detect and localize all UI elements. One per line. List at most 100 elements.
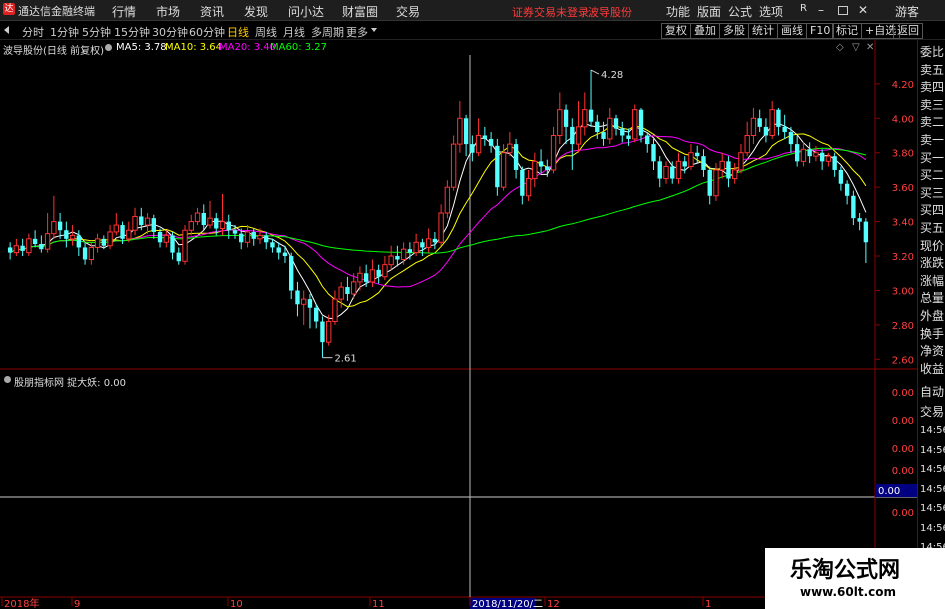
tick-time: 14:56	[920, 425, 945, 436]
candle-body	[570, 126, 575, 145]
quote-field-label: 总量	[920, 291, 945, 306]
statistics-button[interactable]: 统计	[748, 23, 778, 39]
menu-wealth[interactable]: 财富圈	[342, 3, 378, 20]
tab-intraday[interactable]: 分时	[22, 24, 44, 40]
indicator-tick-label: 0.00	[892, 416, 914, 427]
candle-body	[20, 245, 25, 251]
app-logo-icon: 达	[3, 3, 15, 15]
candle-body	[601, 132, 606, 139]
login-status[interactable]: 证券交易未登录	[512, 4, 589, 20]
minimize-icon[interactable]: –	[818, 3, 824, 17]
menu-market[interactable]: 市场	[156, 3, 180, 20]
quote-field-label: 买五	[920, 221, 945, 235]
menu-discover[interactable]: 发现	[244, 3, 268, 20]
tab-monthly[interactable]: 月线	[283, 24, 305, 40]
candle-body	[32, 238, 38, 244]
candle-body	[713, 169, 719, 197]
candle-body	[545, 166, 550, 170]
tab-weekly[interactable]: 周线	[255, 24, 277, 40]
menu-news[interactable]: 资讯	[200, 3, 224, 20]
menu-options[interactable]: 选项	[759, 3, 783, 20]
candle-body	[44, 233, 51, 250]
candle-body	[645, 135, 650, 145]
candle-body	[345, 287, 350, 294]
candle-body	[57, 221, 63, 231]
r-icon[interactable]: R	[800, 3, 807, 14]
diamond-icon[interactable]: ◇	[836, 42, 844, 53]
draw-line-button[interactable]: 画线	[777, 23, 807, 39]
menu-formula[interactable]: 公式	[728, 3, 752, 20]
candle-body	[282, 252, 288, 257]
candle-body	[763, 126, 769, 136]
candle-body	[151, 218, 156, 232]
candle-body	[382, 264, 388, 278]
tab-daily[interactable]: 日线	[227, 24, 249, 40]
candle-body	[800, 148, 807, 162]
candle-body	[819, 152, 825, 162]
candle-body	[701, 156, 706, 170]
candle-body	[582, 109, 588, 128]
f10-button[interactable]: F10	[806, 23, 835, 39]
guest-label[interactable]: 游客	[895, 3, 919, 20]
indicator-tick-label: 0.00	[892, 444, 914, 455]
menu-xiaoda[interactable]: 问小达	[288, 3, 324, 20]
candle-body	[350, 281, 357, 295]
prev-arrow-icon[interactable]	[4, 26, 9, 34]
date-tick-label: 10	[230, 599, 243, 609]
tab-5min[interactable]: 5分钟	[82, 24, 111, 40]
quote-field-label: 买三	[920, 185, 945, 200]
candle-body	[163, 234, 169, 243]
candle-body	[388, 255, 394, 266]
mark-button[interactable]: 标记	[832, 23, 862, 39]
candle-body	[270, 242, 275, 248]
quote-field-label: 净资	[920, 344, 945, 359]
pin-icon[interactable]: ▽	[852, 42, 860, 53]
candle-body	[251, 231, 256, 239]
menu-quotes[interactable]: 行情	[112, 3, 136, 20]
ma10-label: MA10: 3.64	[165, 42, 223, 53]
candle-body	[857, 218, 862, 222]
candle-body	[295, 290, 300, 305]
tab-multi-period[interactable]: 多周期	[311, 24, 344, 40]
candle-body	[782, 126, 787, 133]
candle-body	[550, 135, 557, 171]
chevron-down-icon[interactable]	[371, 28, 377, 32]
auto-trade-label[interactable]: 交易	[920, 406, 944, 418]
candle-body	[638, 109, 644, 136]
menu-trade[interactable]: 交易	[396, 3, 420, 20]
title-bar: 达 通达信金融终端 行情 市场 资讯 发现 问小达 财富圈 交易 证券交易未登录…	[0, 0, 945, 21]
settings-dot-icon[interactable]	[105, 44, 112, 51]
candle-body	[657, 161, 662, 179]
adjust-button[interactable]: 复权	[661, 23, 691, 39]
candle-body	[69, 234, 76, 240]
close-icon[interactable]: ✕	[858, 3, 868, 17]
candle-body	[264, 235, 269, 243]
quote-field-label: 卖三	[920, 97, 945, 112]
candle-body	[813, 152, 819, 157]
tab-more[interactable]: 更多	[346, 24, 368, 40]
back-button[interactable]: 返回	[893, 23, 923, 39]
multi-stock-button[interactable]: 多股	[719, 23, 749, 39]
tab-15min[interactable]: 15分钟	[114, 24, 150, 40]
quote-field-label: 换手	[920, 326, 945, 341]
auto-trade-label[interactable]: 自动	[920, 386, 944, 398]
tab-30min[interactable]: 30分钟	[152, 24, 188, 40]
close-panel-icon[interactable]: ✕	[866, 42, 874, 53]
candle-body	[357, 272, 363, 283]
candle-body	[726, 161, 731, 179]
quote-field-label: 外盘	[920, 309, 945, 323]
menu-layout[interactable]: 版面	[697, 3, 721, 20]
candle-body	[626, 135, 631, 139]
tab-60min[interactable]: 60分钟	[189, 24, 225, 40]
candle-body	[369, 269, 376, 283]
restore-icon[interactable]	[838, 6, 848, 15]
indicator-settings-icon[interactable]	[4, 376, 11, 383]
price-tick-label: 3.00	[892, 287, 914, 298]
menu-functions[interactable]: 功能	[666, 3, 690, 20]
tab-1min[interactable]: 1分钟	[50, 24, 79, 40]
candle-body	[257, 234, 263, 240]
kline-chart[interactable]: 4.20 4.00 3.80 3.60 3.40 3.20 3.00 2.80 2.60 0.00…	[0, 40, 945, 609]
candle-body	[538, 161, 544, 167]
overlay-button[interactable]: 叠加	[690, 23, 720, 39]
candle-body	[744, 135, 750, 154]
